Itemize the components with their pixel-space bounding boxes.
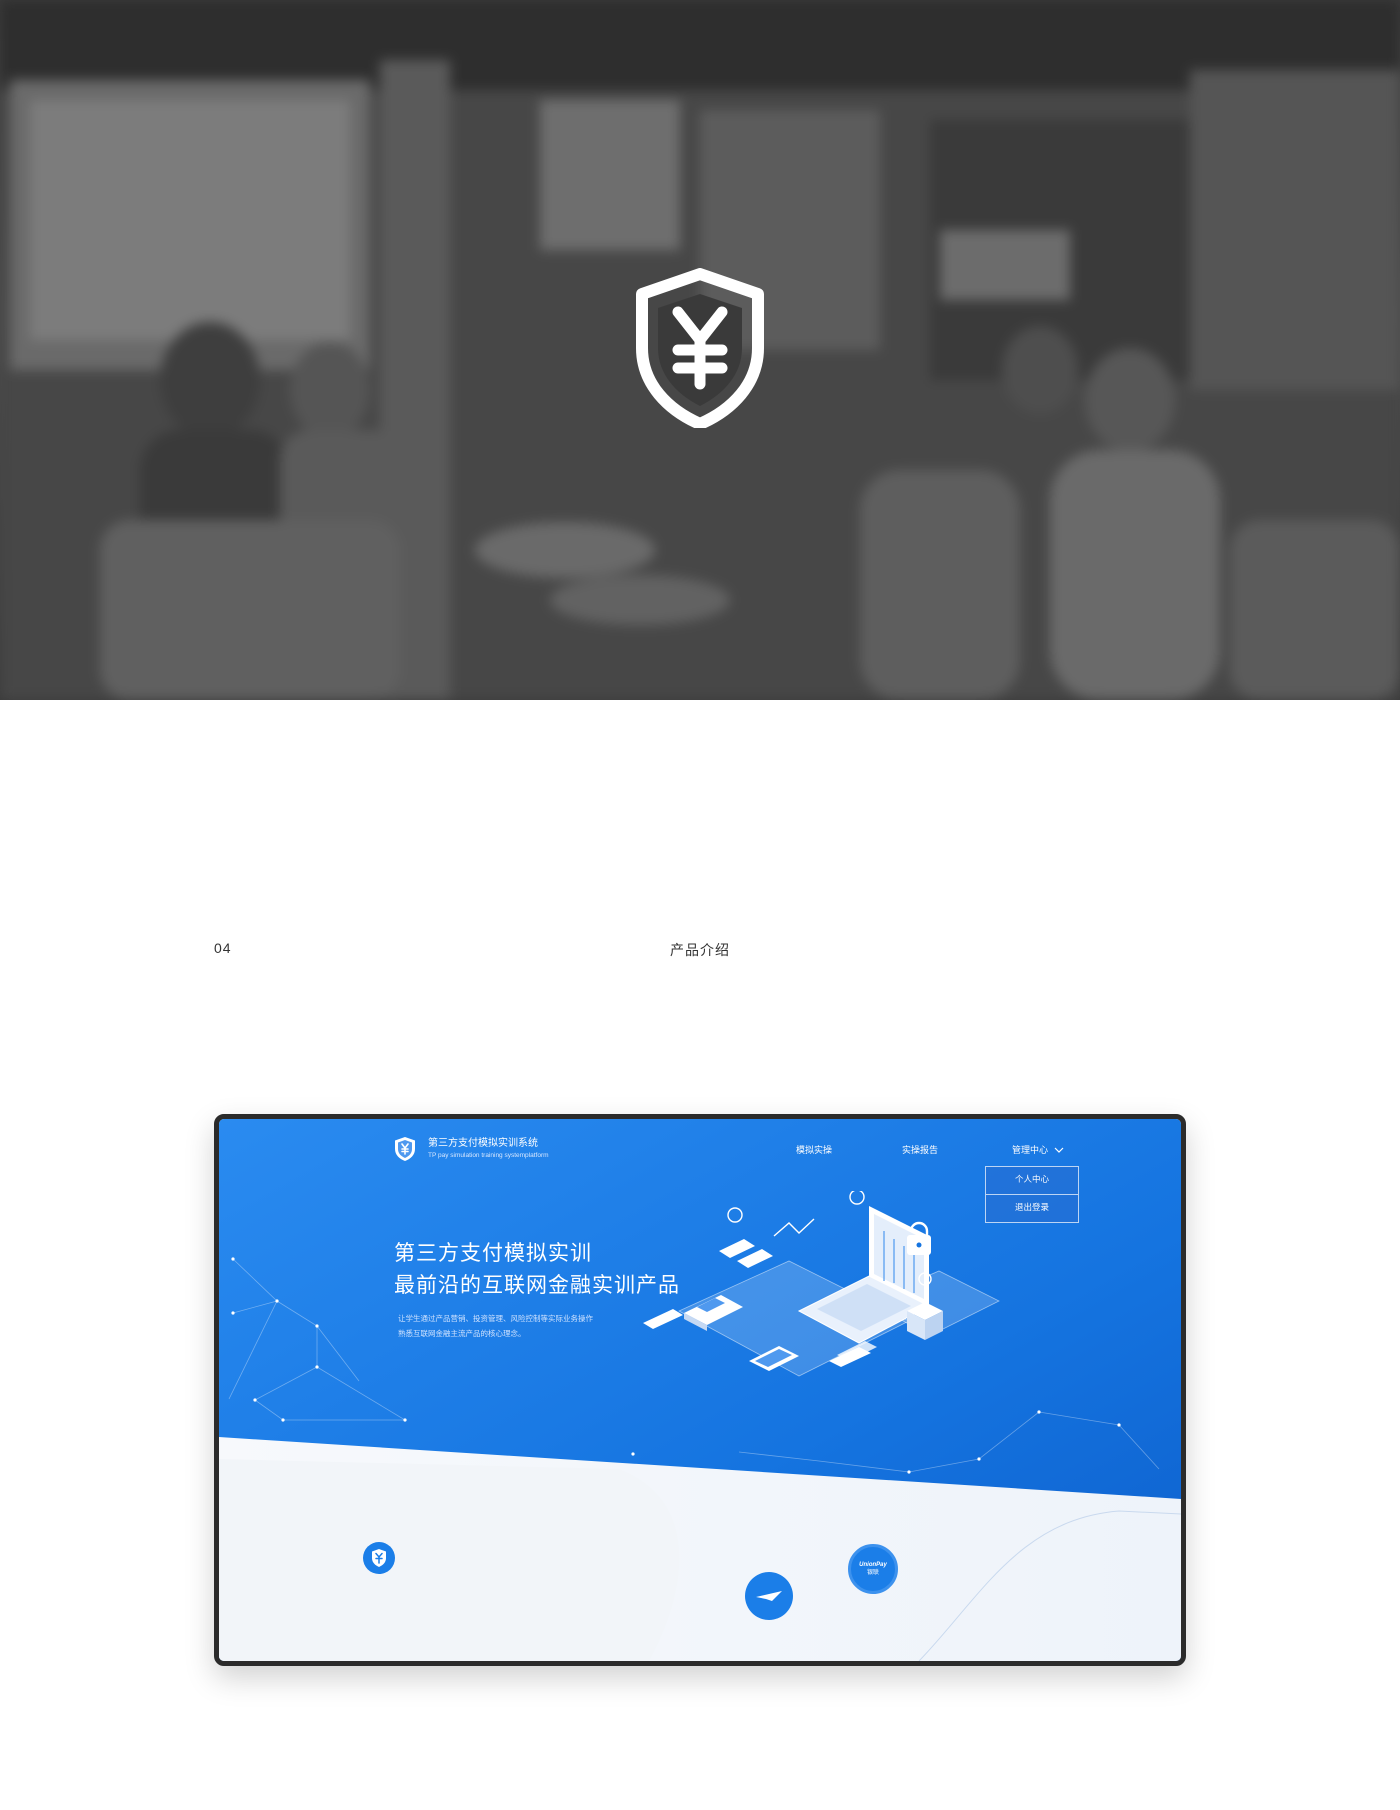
nav-report[interactable]: 实操报告: [902, 1143, 938, 1156]
brand-title: 第三方支付模拟实训系统: [428, 1138, 538, 1149]
shield-badge-icon: [363, 1542, 395, 1574]
unionpay-chinese-label: 银联: [866, 1569, 879, 1576]
padlock-icon: [907, 1221, 931, 1255]
hero-headline-line1: 第三方支付模拟实训: [394, 1241, 592, 1265]
hero-description-line1: 让学生通过产品营销、投资管理、风险控制等实际业务操作: [398, 1314, 593, 1323]
section-number: 04: [214, 940, 232, 956]
hero-description: 让学生通过产品营销、投资管理、风险控制等实际业务操作 熟悉互联网金融主流产品的核…: [398, 1311, 593, 1341]
brand-subtitle: TP pay simulation training systemplatfor…: [428, 1152, 549, 1159]
nav-simulation[interactable]: 模拟实操: [796, 1143, 832, 1156]
unionpay-badge-icon: UnionPay 银联: [848, 1544, 898, 1594]
hero-description-line2: 熟悉互联网金融主流产品的核心理念。: [398, 1329, 526, 1338]
banknote-icon: [719, 1239, 773, 1268]
yuan-shield-icon: [636, 268, 764, 428]
nav-management-label: 管理中心: [1012, 1146, 1049, 1156]
brand-shield-icon: [395, 1137, 415, 1161]
unionpay-label: UnionPay: [859, 1562, 887, 1568]
dropdown-item-profile[interactable]: 个人中心: [986, 1167, 1078, 1194]
hero-headline: 第三方支付模拟实训 最前沿的互联网金融实训产品: [394, 1237, 680, 1301]
site-brand[interactable]: 第三方支付模拟实训系统 TP pay simulation training s…: [394, 1136, 549, 1162]
chevron-down-icon: [1054, 1147, 1064, 1153]
plane-badge-icon: [745, 1572, 793, 1620]
section-title: 产品介绍: [670, 943, 730, 959]
website-screen: 第三方支付模拟实训系统 TP pay simulation training s…: [219, 1119, 1181, 1661]
nav-management[interactable]: 管理中心: [1012, 1143, 1064, 1156]
hero-banner: [0, 0, 1400, 700]
device-mockup: 第三方支付模拟实训系统 TP pay simulation training s…: [214, 1114, 1186, 1666]
payment-illustration: [643, 1191, 1000, 1377]
hero-headline-line2: 最前沿的互联网金融实训产品: [394, 1273, 680, 1297]
